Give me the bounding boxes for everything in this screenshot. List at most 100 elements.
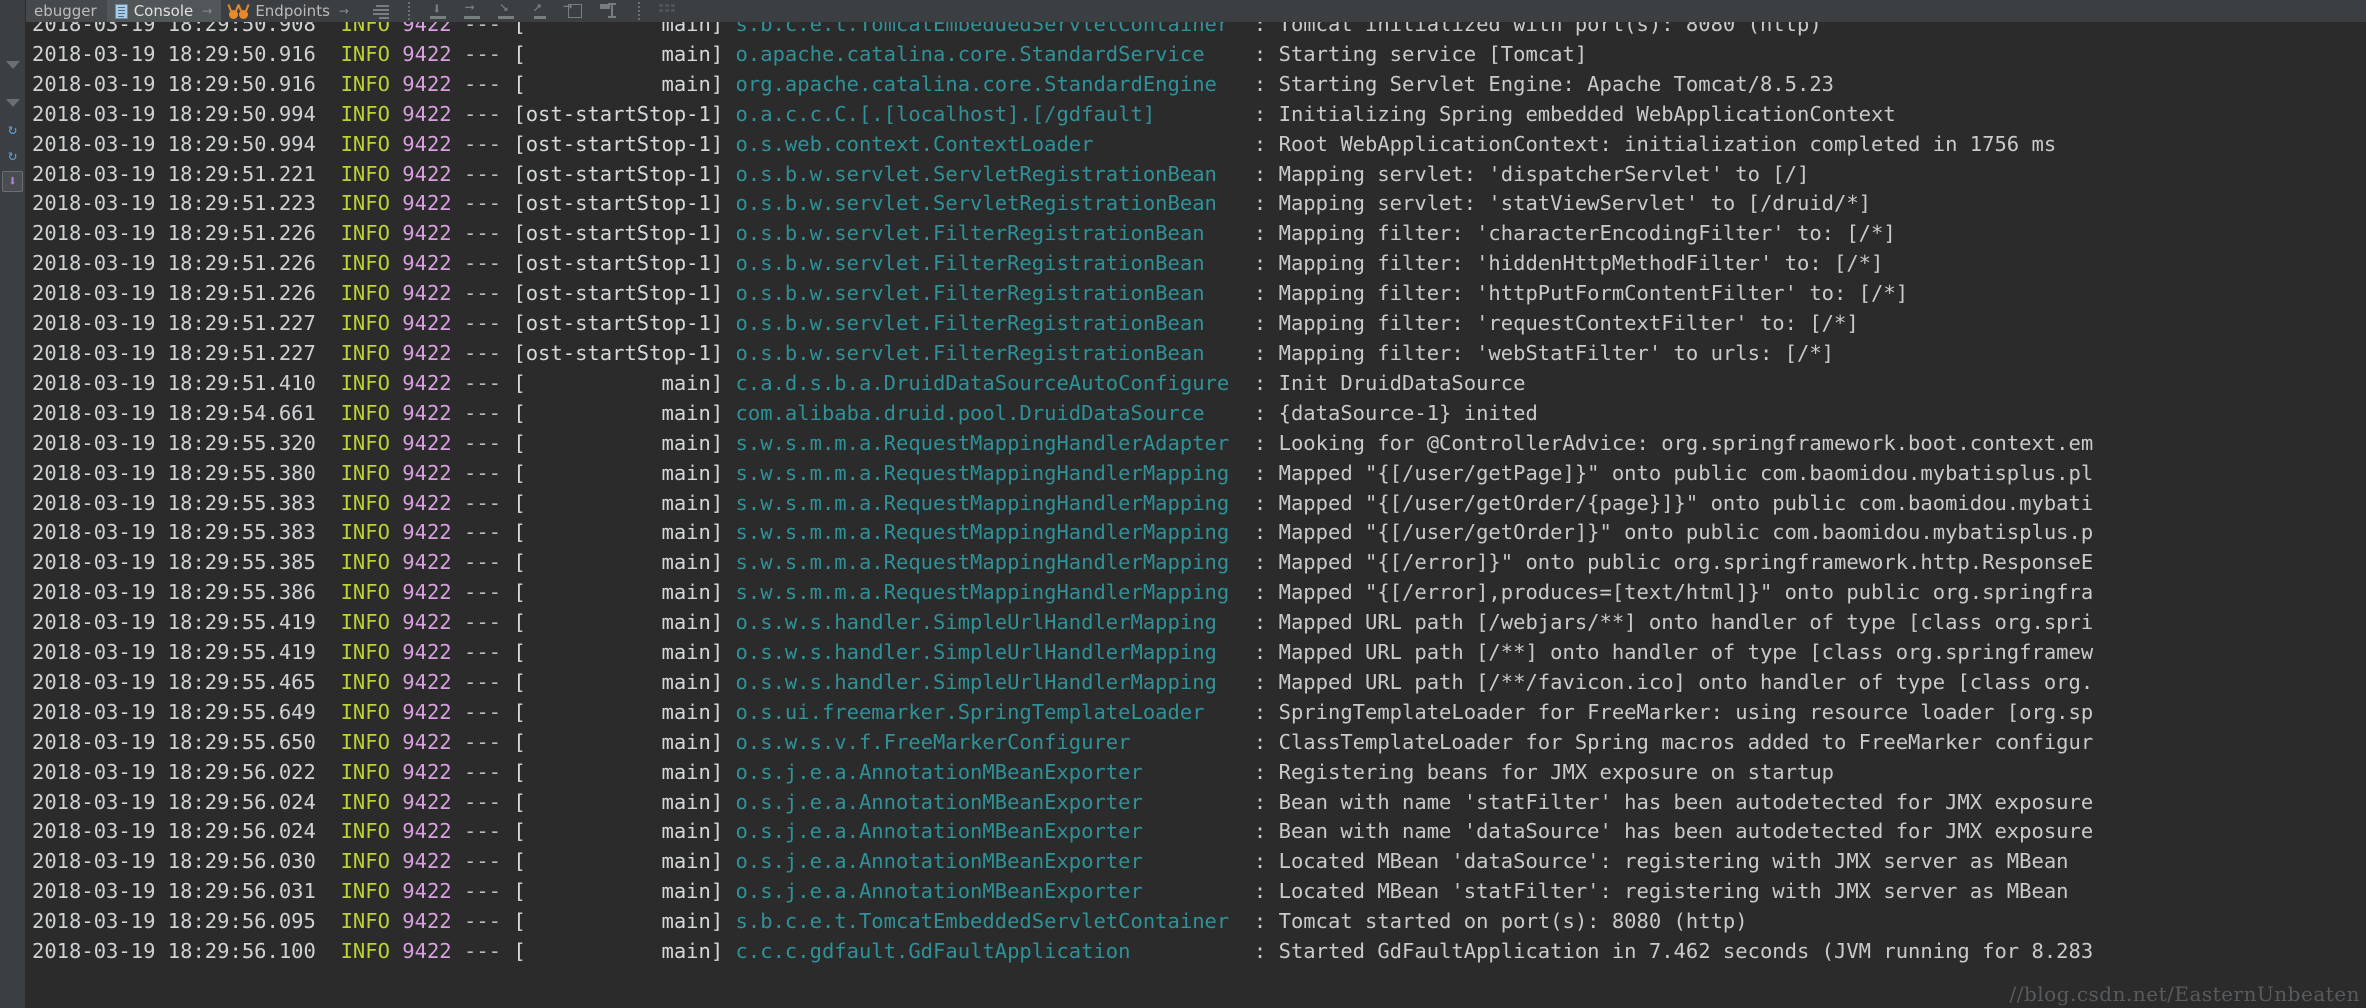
log-separator: ---	[464, 101, 514, 126]
log-level: INFO	[340, 251, 403, 276]
log-message: : Mapped "{[/user/getOrder/{page}]}" ont…	[1253, 490, 2094, 515]
log-logger: o.s.b.w.servlet.FilterRegistrationBean	[735, 340, 1254, 365]
log-separator: ---	[464, 311, 514, 336]
log-message: : Mapped URL path [/webjars/**] onto han…	[1253, 610, 2094, 635]
rerun-icon-2[interactable]: ↻	[0, 142, 26, 168]
log-pid: 9422	[402, 221, 464, 246]
log-line: 2018-03-19 18:29:55.419 INFO 9422 --- [ …	[32, 638, 2366, 668]
log-message: : Registering beans for JMX exposure on …	[1253, 759, 1834, 784]
clear-all-button[interactable]	[598, 2, 620, 20]
log-message: : SpringTemplateLoader for FreeMarker: u…	[1253, 699, 2094, 724]
tab-endpoints-detach-icon[interactable]: →	[339, 4, 349, 18]
log-logger: s.w.s.m.m.a.RequestMappingHandlerMapping	[735, 460, 1254, 485]
log-message: : {dataSource-1} inited	[1253, 400, 1538, 425]
scroll-up-button[interactable]: ➞	[527, 0, 552, 20]
log-pid: 9422	[402, 22, 464, 36]
log-pid: 9422	[402, 370, 464, 395]
log-pid: 9422	[402, 400, 464, 425]
log-timestamp: 2018-03-19 18:29:55.650	[32, 729, 341, 754]
log-level: INFO	[340, 729, 403, 754]
log-line: 2018-03-19 18:29:55.650 INFO 9422 --- [ …	[32, 728, 2366, 758]
log-timestamp: 2018-03-19 18:29:51.223	[32, 191, 341, 216]
tab-endpoints[interactable]: Endpoints →	[221, 0, 358, 22]
log-thread: [ main]	[513, 460, 736, 485]
scroll-to-end-button[interactable]: ⬇	[428, 1, 450, 20]
log-level: INFO	[340, 221, 403, 246]
log-line: 2018-03-19 18:29:56.024 INFO 9422 --- [ …	[32, 817, 2366, 847]
log-pid: 9422	[402, 640, 464, 665]
console-toolbar: ⬇ ➞ ➞ ➞ ➞	[358, 0, 680, 22]
log-logger: o.s.ui.freemarker.SpringTemplateLoader	[735, 699, 1254, 724]
log-thread: [ main]	[513, 71, 736, 96]
scroll-down-button[interactable]: ➞	[494, 0, 518, 20]
log-level: INFO	[340, 849, 403, 874]
log-line: 2018-03-19 18:29:51.226 INFO 9422 --- [o…	[32, 219, 2366, 249]
log-thread: [ main]	[513, 759, 736, 784]
log-timestamp: 2018-03-19 18:29:56.024	[32, 819, 341, 844]
scroll-to-bottom-button[interactable]: ➞	[462, 0, 484, 20]
log-thread: [ main]	[513, 22, 736, 36]
log-timestamp: 2018-03-19 18:29:55.465	[32, 669, 341, 694]
log-logger: s.b.c.e.t.TomcatEmbeddedServletContainer	[735, 22, 1254, 36]
log-message: : Bean with name 'statFilter' has been a…	[1253, 789, 2094, 814]
tab-console-detach-icon[interactable]: →	[202, 4, 212, 18]
log-timestamp: 2018-03-19 18:29:51.227	[32, 311, 341, 336]
log-logger: s.w.s.m.m.a.RequestMappingHandlerAdapter	[735, 430, 1254, 455]
log-message: : Mapping filter: 'webStatFilter' to url…	[1253, 340, 1834, 365]
ide-window: ↻ ↻ ⬇ ebugger Console → Endpoints → ⬇ ➞ …	[0, 0, 2366, 1008]
log-level: INFO	[340, 939, 403, 964]
console-output-panel[interactable]: 2018-03-19 18:29:50.908 INFO 9422 --- [ …	[26, 22, 2366, 1008]
log-logger: s.w.s.m.m.a.RequestMappingHandlerMapping	[735, 580, 1254, 605]
log-logger: o.s.j.e.a.AnnotationMBeanExporter	[735, 789, 1254, 814]
log-line: 2018-03-19 18:29:56.095 INFO 9422 --- [ …	[32, 907, 2366, 937]
log-message: : Mapping filter: 'httpPutFormContentFil…	[1253, 281, 1909, 306]
log-separator: ---	[464, 669, 514, 694]
log-line: 2018-03-19 18:29:50.994 INFO 9422 --- [o…	[32, 130, 2366, 160]
log-level: INFO	[340, 161, 403, 186]
log-message: : Mapped "{[/error]}" onto public org.sp…	[1253, 550, 2094, 575]
log-timestamp: 2018-03-19 18:29:50.994	[32, 101, 341, 126]
log-message: : Mapping servlet: 'dispatcherServlet' t…	[1253, 161, 1810, 186]
log-line: 2018-03-19 18:29:51.226 INFO 9422 --- [o…	[32, 249, 2366, 279]
log-pid: 9422	[402, 759, 464, 784]
log-separator: ---	[464, 879, 514, 904]
log-thread: [ost-startStop-1]	[513, 340, 736, 365]
log-separator: ---	[464, 849, 514, 874]
log-message: : Located MBean 'dataSource': registerin…	[1253, 849, 2081, 874]
log-separator: ---	[464, 460, 514, 485]
step-down-triangle-icon[interactable]	[0, 52, 26, 78]
log-message: : Mapped URL path [/**/favicon.ico] onto…	[1253, 669, 2094, 694]
log-thread: [ main]	[513, 580, 736, 605]
step-down-triangle-2-icon[interactable]	[0, 90, 26, 116]
log-level: INFO	[340, 340, 403, 365]
log-line: 2018-03-19 18:29:51.226 INFO 9422 --- [o…	[32, 279, 2366, 309]
log-timestamp: 2018-03-19 18:29:56.100	[32, 939, 341, 964]
log-level: INFO	[340, 550, 403, 575]
log-timestamp: 2018-03-19 18:29:56.031	[32, 879, 341, 904]
print-button[interactable]	[658, 2, 680, 20]
open-in-editor-button[interactable]: ➞	[563, 0, 586, 20]
soft-wrap-button[interactable]	[368, 2, 390, 20]
log-pid: 9422	[402, 669, 464, 694]
log-line: 2018-03-19 18:29:55.380 INFO 9422 --- [ …	[32, 459, 2366, 489]
log-pid: 9422	[402, 490, 464, 515]
log-pid: 9422	[402, 729, 464, 754]
log-level: INFO	[340, 699, 403, 724]
log-logger: o.s.web.context.ContextLoader	[735, 131, 1254, 156]
log-level: INFO	[340, 191, 403, 216]
rerun-icon[interactable]: ↻	[0, 116, 26, 142]
log-level: INFO	[340, 759, 403, 784]
log-thread: [ost-startStop-1]	[513, 161, 736, 186]
log-line: 2018-03-19 18:29:56.024 INFO 9422 --- [ …	[32, 788, 2366, 818]
tab-debugger[interactable]: ebugger	[26, 0, 107, 22]
tab-console[interactable]: Console →	[106, 0, 222, 22]
log-line: 2018-03-19 18:29:55.419 INFO 9422 --- [ …	[32, 608, 2366, 638]
log-timestamp: 2018-03-19 18:29:55.649	[32, 699, 341, 724]
log-pid: 9422	[402, 550, 464, 575]
log-separator: ---	[464, 41, 514, 66]
log-logger: s.w.s.m.m.a.RequestMappingHandlerMapping	[735, 550, 1254, 575]
log-pid: 9422	[402, 191, 464, 216]
log-timestamp: 2018-03-19 18:29:55.386	[32, 580, 341, 605]
dump-threads-icon[interactable]: ⬇	[0, 168, 26, 194]
log-logger: com.alibaba.druid.pool.DruidDataSource	[735, 400, 1254, 425]
